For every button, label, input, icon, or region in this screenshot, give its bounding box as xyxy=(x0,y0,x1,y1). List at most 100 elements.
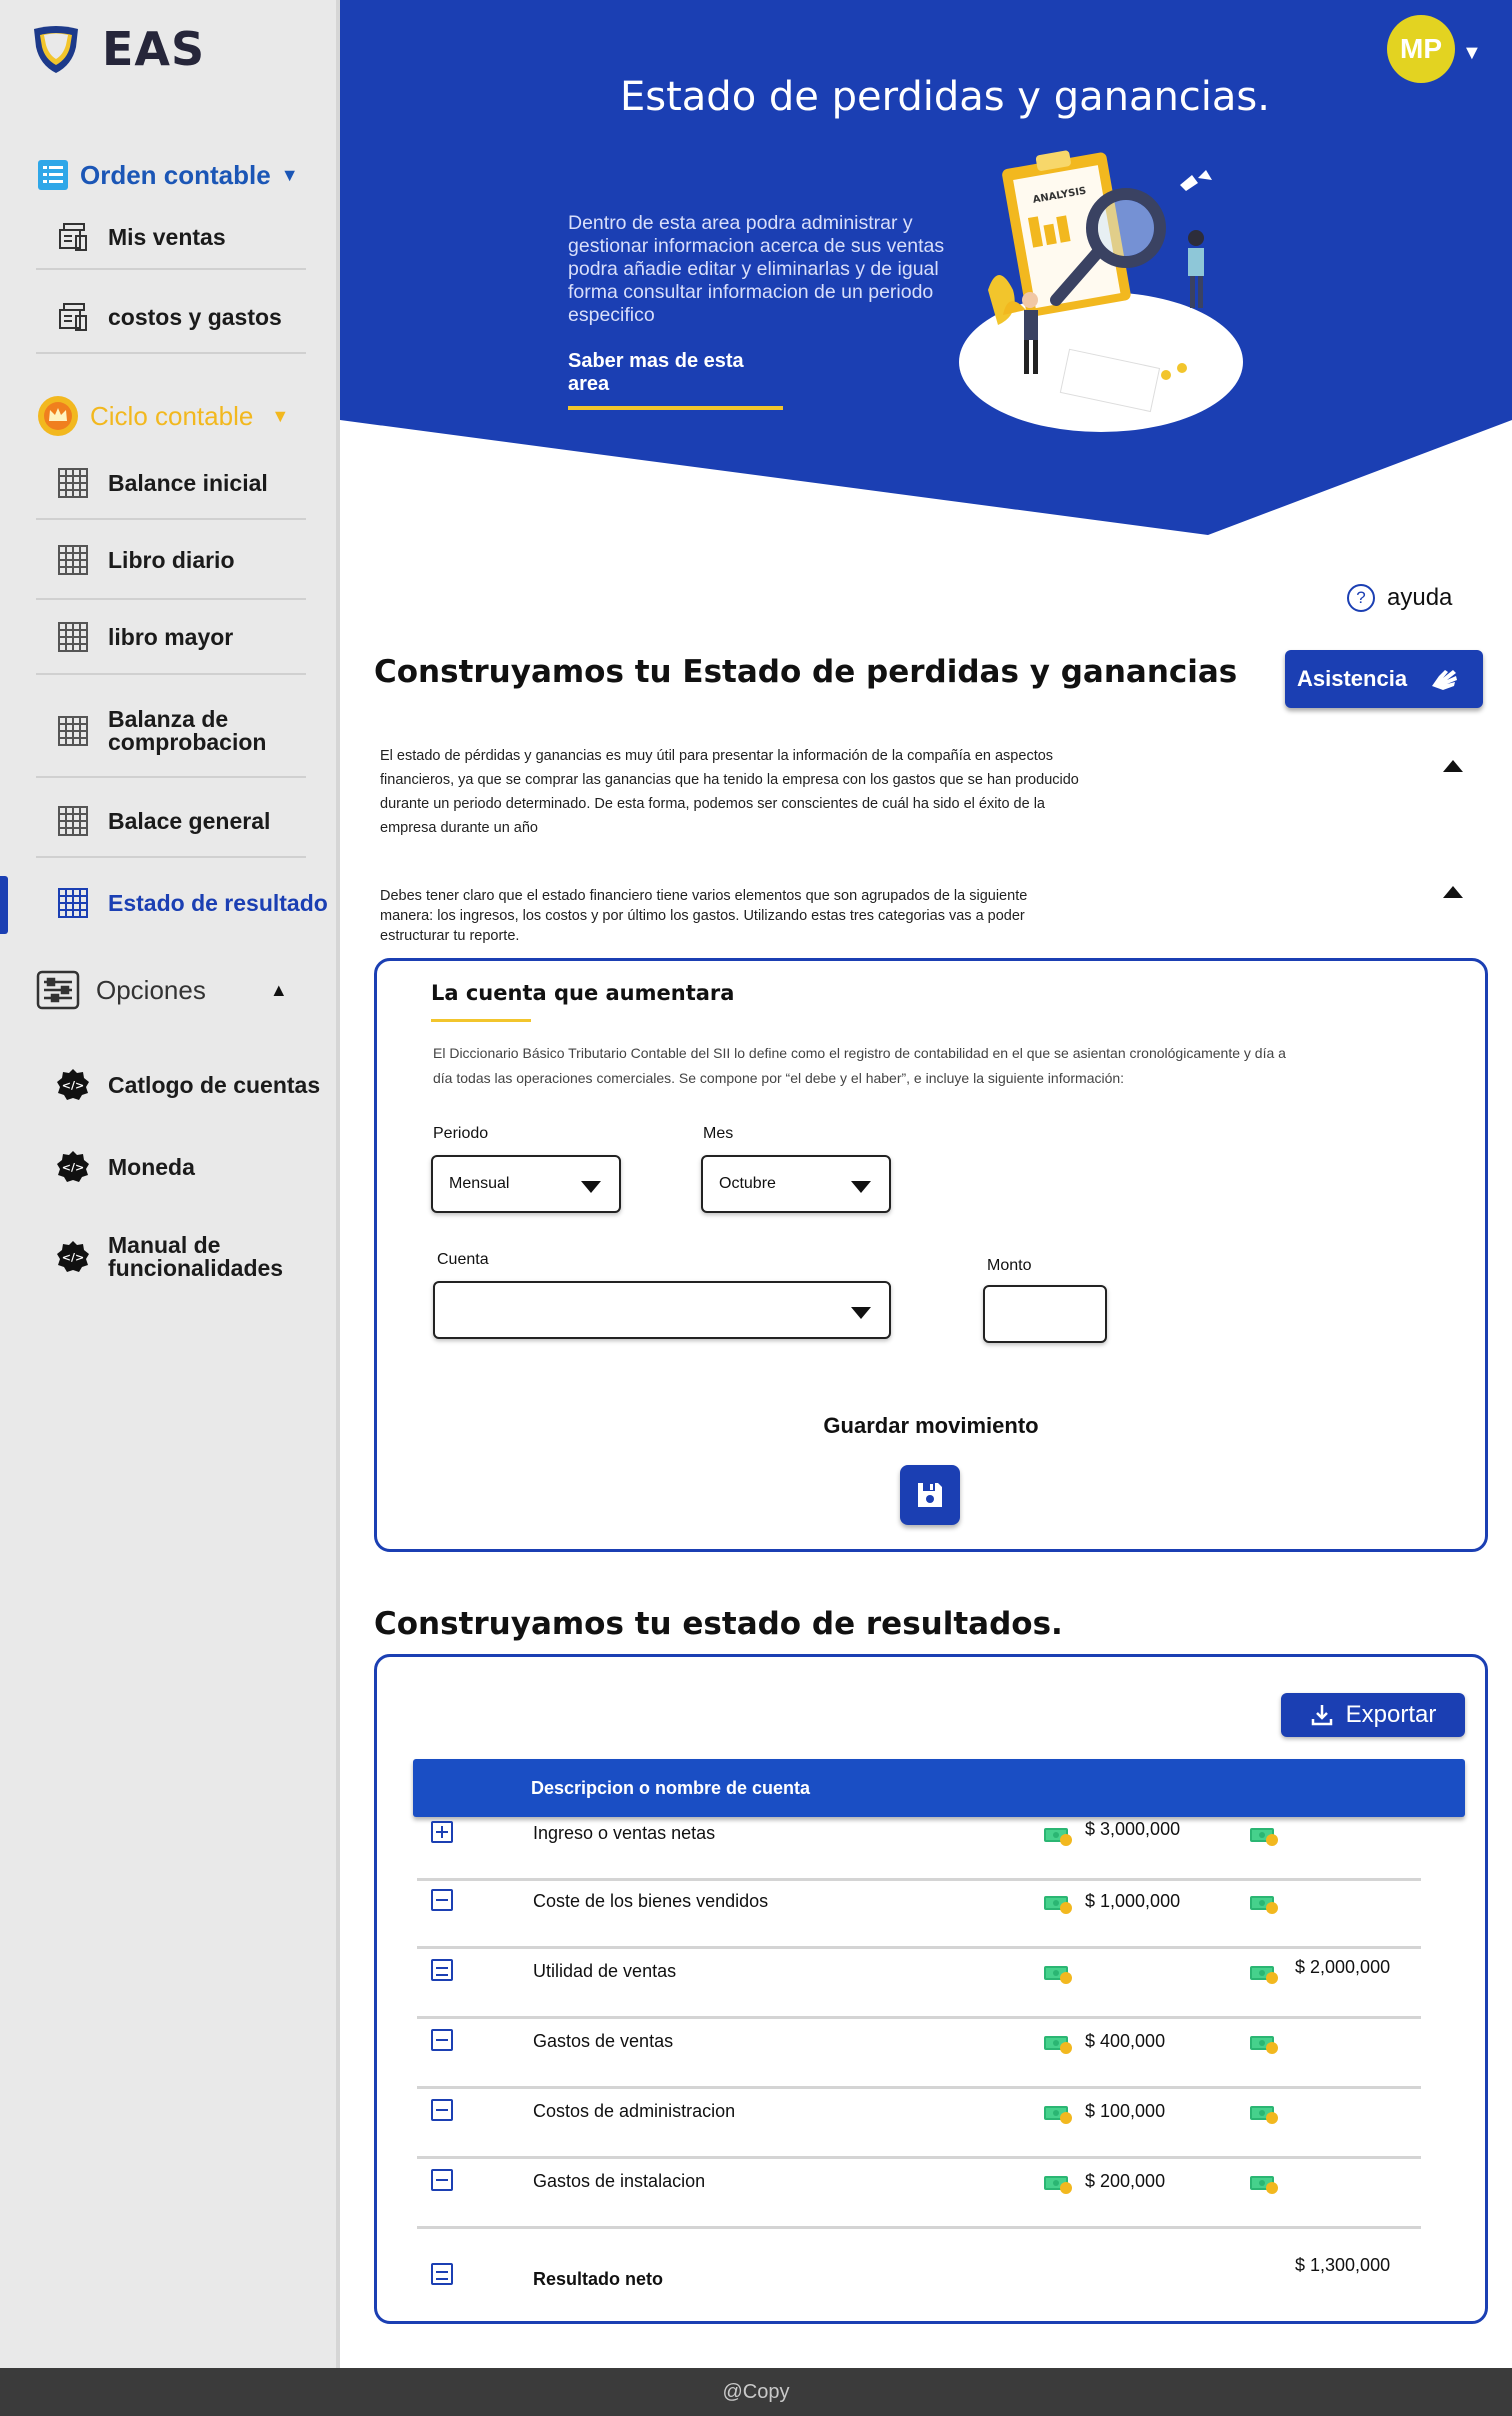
save-movement-button[interactable] xyxy=(900,1465,960,1525)
amount-debit: $ 3,000,000 xyxy=(1085,1819,1181,1839)
section-opciones[interactable]: Opciones ▲ xyxy=(36,970,288,1010)
divider xyxy=(36,268,306,270)
sidebar-item-label: Manual de funcionalidades xyxy=(108,1232,284,1281)
sidebar-item-catalogo[interactable]: </> Catlogo de cuentas xyxy=(56,1068,320,1102)
amount-total: $ 2,000,000 xyxy=(1295,1957,1391,1977)
periodo-select[interactable]: Mensual xyxy=(431,1155,621,1213)
sidebar-item-label: Moneda xyxy=(108,1153,195,1180)
table-row: Costos de administracion $ 100,000 xyxy=(417,2089,1421,2159)
sidebar-item-estado-de-resultado[interactable]: Estado de resultado xyxy=(56,886,328,920)
sidebar-item-label: costos y gastos xyxy=(108,303,282,330)
sidebar-item-balance-inicial[interactable]: Balance inicial xyxy=(56,466,268,500)
sidebar-item-costos-y-gastos[interactable]: costos y gastos xyxy=(56,300,282,334)
user-avatar[interactable]: MP xyxy=(1387,15,1455,83)
account-name: Gastos de instalacion xyxy=(533,2171,706,2191)
sidebar-item-balace-general[interactable]: Balace general xyxy=(56,804,270,838)
list-icon xyxy=(38,160,68,190)
sidebar-item-mis-ventas[interactable]: Mis ventas xyxy=(56,220,226,254)
learn-more-link[interactable]: Saber mas de esta area xyxy=(568,350,783,410)
sidebar-item-manual[interactable]: </> Manual de funcionalidades xyxy=(56,1234,298,1280)
svg-text:</>: </> xyxy=(62,1161,84,1174)
collapse-up-icon[interactable] xyxy=(1443,886,1463,898)
amount-debit: $ 1,000,000 xyxy=(1085,1891,1181,1911)
analysis-illustration: ANALYSIS xyxy=(959,150,1243,432)
money-icon xyxy=(1043,2103,1073,2125)
brand[interactable]: EAS xyxy=(30,22,205,76)
assistance-label: Asistencia xyxy=(1297,666,1408,691)
intro-paragraph-2: Debes tener claro que el estado financie… xyxy=(380,888,1028,944)
amount-total: $ 1,300,000 xyxy=(1295,2255,1391,2275)
assistance-button[interactable]: Asistencia xyxy=(1285,650,1483,708)
sidebar-item-label: Balanza de comprobacion xyxy=(108,706,267,755)
collapse-up-icon[interactable] xyxy=(1443,760,1463,772)
monto-label: Monto xyxy=(987,1257,1032,1274)
section-label: Orden contable xyxy=(80,159,271,190)
sidebar-item-balanza-de-comprobacion[interactable]: Balanza de comprobacion xyxy=(56,708,268,754)
question-icon: ? xyxy=(1347,584,1375,612)
mes-select[interactable]: Octubre xyxy=(701,1155,891,1213)
sidebar-item-label: Catlogo de cuentas xyxy=(108,1071,321,1098)
money-icon xyxy=(1249,1963,1279,1985)
grid-icon xyxy=(56,804,90,838)
cuenta-select[interactable] xyxy=(433,1281,891,1339)
sidebar-item-label: Balace general xyxy=(108,807,271,834)
help-link[interactable]: ? ayuda xyxy=(1347,584,1452,612)
table-row: Coste de los bienes vendidos $ 1,000,000 xyxy=(417,1879,1421,1949)
money-icon xyxy=(1249,2173,1279,2195)
divider xyxy=(36,518,306,520)
equals-icon[interactable] xyxy=(431,2263,453,2285)
form-description: El Diccionario Básico Tributario Contabl… xyxy=(433,1045,1286,1086)
collapse-minus-icon[interactable] xyxy=(431,1889,453,1911)
code-gear-icon: </> xyxy=(56,1240,90,1274)
sidebar-item-libro-diario[interactable]: Libro diario xyxy=(56,543,235,577)
movement-form-card: La cuenta que aumentara El Diccionario B… xyxy=(374,958,1488,1552)
monto-input[interactable] xyxy=(983,1285,1107,1343)
intro-paragraph-1: El estado de pérdidas y ganancias es muy… xyxy=(380,748,1079,836)
amount-debit: $ 100,000 xyxy=(1085,2101,1166,2121)
dropdown-arrow-icon xyxy=(851,1307,871,1319)
shield-logo-icon xyxy=(34,26,78,73)
cuenta-label: Cuenta xyxy=(437,1251,489,1268)
results-card: Exportar Descripcion o nombre de cuenta … xyxy=(374,1654,1488,2324)
section-label: Opciones xyxy=(96,974,206,1005)
grid-icon xyxy=(56,886,90,920)
divider xyxy=(36,856,306,858)
table-row: Gastos de instalacion $ 200,000 xyxy=(417,2159,1421,2229)
money-icon xyxy=(1249,1893,1279,1915)
collapse-minus-icon[interactable] xyxy=(431,2029,453,2051)
export-button[interactable]: Exportar xyxy=(1281,1693,1465,1737)
brand-name: EAS xyxy=(102,22,206,76)
collapse-minus-icon[interactable] xyxy=(431,2169,453,2191)
hero-description: Dentro de esta area podra administrar y … xyxy=(568,212,945,326)
sidebar-item-moneda[interactable]: </> Moneda xyxy=(56,1150,195,1184)
sidebar-item-label: libro mayor xyxy=(108,623,234,650)
grid-icon xyxy=(56,466,90,500)
account-name: Costos de administracion xyxy=(533,2101,736,2121)
active-indicator xyxy=(0,876,8,934)
table-row: Resultado neto $ 1,300,000 xyxy=(417,2229,1421,2299)
sidebar-item-libro-mayor[interactable]: libro mayor xyxy=(56,620,233,654)
section-ciclo-contable[interactable]: Ciclo contable ▼ xyxy=(36,394,289,438)
dropdown-arrow-icon xyxy=(581,1181,601,1193)
caret-down-icon[interactable]: ▼ xyxy=(1462,42,1482,65)
code-gear-icon: </> xyxy=(56,1150,90,1184)
code-gear-icon: </> xyxy=(56,1068,90,1102)
collapse-minus-icon[interactable] xyxy=(431,2099,453,2121)
divider xyxy=(36,352,306,354)
hero-title: Estado de perdidas y ganancias. xyxy=(620,74,1270,120)
mes-value: Octubre xyxy=(719,1175,776,1192)
footer-text: @Copy xyxy=(722,2380,790,2403)
divider xyxy=(36,776,306,778)
grid-icon xyxy=(56,620,90,654)
sidebar-item-label: Estado de resultado xyxy=(108,889,328,916)
equals-icon[interactable] xyxy=(431,1959,453,1981)
footer: @Copy xyxy=(0,2368,1512,2416)
caret-down-icon: ▼ xyxy=(271,405,290,426)
section-orden-contable[interactable]: Orden contable ▼ xyxy=(36,158,299,192)
money-icon xyxy=(1043,1825,1073,1847)
caret-up-icon: ▲ xyxy=(269,979,288,1000)
expand-plus-icon[interactable] xyxy=(431,1821,453,1843)
account-name: Ingreso o ventas netas xyxy=(533,1823,716,1843)
builder-title: Construyamos tu Estado de perdidas y gan… xyxy=(374,654,1238,690)
hero-banner: Estado de perdidas y ganancias. Dentro d… xyxy=(340,0,1512,540)
